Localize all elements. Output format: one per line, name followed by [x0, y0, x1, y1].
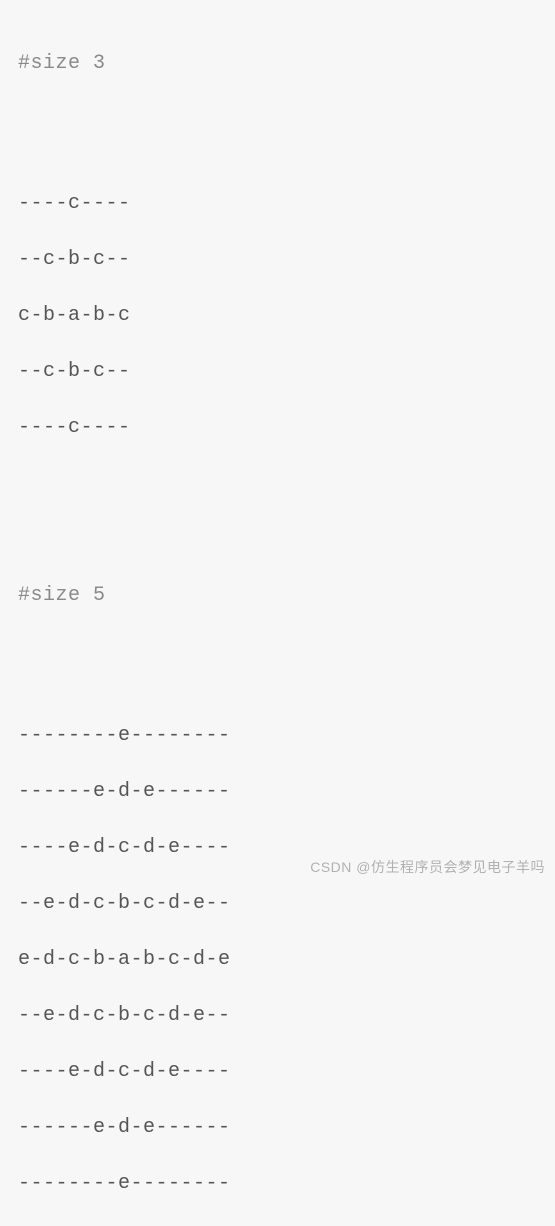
pattern-line: ----c----	[18, 414, 537, 442]
pattern-line: --c-b-c--	[18, 246, 537, 274]
pattern-line: ----e-d-c-d-e----	[18, 1058, 537, 1086]
pattern-line: --e-d-c-b-c-d-e--	[18, 1002, 537, 1030]
pattern-line: --------e--------	[18, 1170, 537, 1198]
blank-line	[18, 638, 537, 666]
pattern-line: ------e-d-e------	[18, 778, 537, 806]
blank-line	[18, 106, 537, 134]
blank-line	[18, 498, 537, 526]
pattern-line: ----c----	[18, 190, 537, 218]
pattern-line: --------e--------	[18, 722, 537, 750]
comment-size-3: #size 3	[18, 52, 106, 75]
pattern-line: c-b-a-b-c	[18, 302, 537, 330]
code-block: #size 3 ----c---- --c-b-c-- c-b-a-b-c --…	[18, 22, 537, 1226]
pattern-line: ------e-d-e------	[18, 1114, 537, 1142]
pattern-line: e-d-c-b-a-b-c-d-e	[18, 946, 537, 974]
comment-size-5: #size 5	[18, 584, 106, 607]
pattern-line: --e-d-c-b-c-d-e--	[18, 890, 537, 918]
watermark-text: CSDN @仿生程序员会梦见电子羊吗	[310, 858, 545, 878]
pattern-line: --c-b-c--	[18, 358, 537, 386]
